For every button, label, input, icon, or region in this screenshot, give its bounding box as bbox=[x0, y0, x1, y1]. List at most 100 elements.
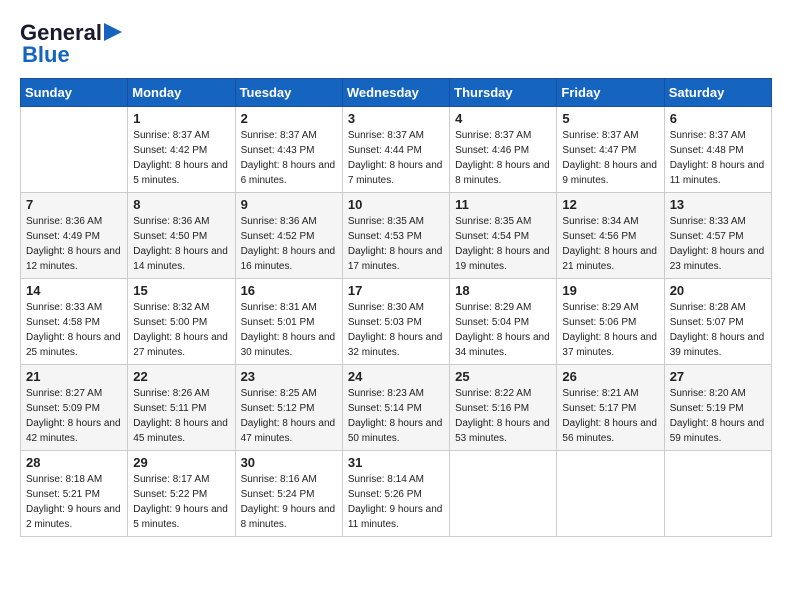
week-row-3: 14 Sunrise: 8:33 AMSunset: 4:58 PMDayligh… bbox=[21, 279, 772, 365]
logo-blue: Blue bbox=[22, 42, 70, 68]
weekday-header-row: SundayMondayTuesdayWednesdayThursdayFrid… bbox=[21, 79, 772, 107]
day-cell bbox=[450, 451, 557, 537]
day-number: 22 bbox=[133, 369, 229, 384]
page-header: General Blue bbox=[20, 20, 772, 68]
day-cell: 18 Sunrise: 8:29 AMSunset: 5:04 PMDayligh… bbox=[450, 279, 557, 365]
day-info: Sunrise: 8:36 AMSunset: 4:50 PMDaylight:… bbox=[133, 214, 229, 274]
day-number: 21 bbox=[26, 369, 122, 384]
day-number: 14 bbox=[26, 283, 122, 298]
day-info: Sunrise: 8:33 AMSunset: 4:58 PMDaylight:… bbox=[26, 300, 122, 360]
logo: General Blue bbox=[20, 20, 126, 68]
day-cell: 14 Sunrise: 8:33 AMSunset: 4:58 PMDayligh… bbox=[21, 279, 128, 365]
day-cell: 20 Sunrise: 8:28 AMSunset: 5:07 PMDayligh… bbox=[664, 279, 771, 365]
day-info: Sunrise: 8:23 AMSunset: 5:14 PMDaylight:… bbox=[348, 386, 444, 446]
day-info: Sunrise: 8:25 AMSunset: 5:12 PMDaylight:… bbox=[241, 386, 337, 446]
day-number: 24 bbox=[348, 369, 444, 384]
weekday-monday: Monday bbox=[128, 79, 235, 107]
day-cell: 27 Sunrise: 8:20 AMSunset: 5:19 PMDayligh… bbox=[664, 365, 771, 451]
day-cell: 2 Sunrise: 8:37 AMSunset: 4:43 PMDaylight… bbox=[235, 107, 342, 193]
day-info: Sunrise: 8:22 AMSunset: 5:16 PMDaylight:… bbox=[455, 386, 551, 446]
day-info: Sunrise: 8:26 AMSunset: 5:11 PMDaylight:… bbox=[133, 386, 229, 446]
weekday-sunday: Sunday bbox=[21, 79, 128, 107]
day-cell: 26 Sunrise: 8:21 AMSunset: 5:17 PMDayligh… bbox=[557, 365, 664, 451]
day-info: Sunrise: 8:29 AMSunset: 5:04 PMDaylight:… bbox=[455, 300, 551, 360]
day-info: Sunrise: 8:16 AMSunset: 5:24 PMDaylight:… bbox=[241, 472, 337, 532]
day-number: 18 bbox=[455, 283, 551, 298]
day-info: Sunrise: 8:34 AMSunset: 4:56 PMDaylight:… bbox=[562, 214, 658, 274]
day-cell: 7 Sunrise: 8:36 AMSunset: 4:49 PMDaylight… bbox=[21, 193, 128, 279]
day-info: Sunrise: 8:18 AMSunset: 5:21 PMDaylight:… bbox=[26, 472, 122, 532]
day-cell: 21 Sunrise: 8:27 AMSunset: 5:09 PMDayligh… bbox=[21, 365, 128, 451]
day-cell: 4 Sunrise: 8:37 AMSunset: 4:46 PMDaylight… bbox=[450, 107, 557, 193]
day-number: 31 bbox=[348, 455, 444, 470]
day-info: Sunrise: 8:35 AMSunset: 4:54 PMDaylight:… bbox=[455, 214, 551, 274]
week-row-1: 1Sunrise: 8:37 AMSunset: 4:42 PMDaylight… bbox=[21, 107, 772, 193]
day-number: 11 bbox=[455, 197, 551, 212]
day-number: 30 bbox=[241, 455, 337, 470]
day-number: 27 bbox=[670, 369, 766, 384]
day-cell: 17 Sunrise: 8:30 AMSunset: 5:03 PMDayligh… bbox=[342, 279, 449, 365]
day-cell: 22 Sunrise: 8:26 AMSunset: 5:11 PMDayligh… bbox=[128, 365, 235, 451]
weekday-friday: Friday bbox=[557, 79, 664, 107]
weekday-saturday: Saturday bbox=[664, 79, 771, 107]
day-number: 12 bbox=[562, 197, 658, 212]
day-cell: 16 Sunrise: 8:31 AMSunset: 5:01 PMDayligh… bbox=[235, 279, 342, 365]
day-info: Sunrise: 8:31 AMSunset: 5:01 PMDaylight:… bbox=[241, 300, 337, 360]
day-number: 28 bbox=[26, 455, 122, 470]
day-number: 10 bbox=[348, 197, 444, 212]
day-info: Sunrise: 8:14 AMSunset: 5:26 PMDaylight:… bbox=[348, 472, 444, 532]
day-cell: 30 Sunrise: 8:16 AMSunset: 5:24 PMDayligh… bbox=[235, 451, 342, 537]
day-number: 20 bbox=[670, 283, 766, 298]
day-cell: 5Sunrise: 8:37 AMSunset: 4:47 PMDaylight… bbox=[557, 107, 664, 193]
day-number: 13 bbox=[670, 197, 766, 212]
day-cell: 31 Sunrise: 8:14 AMSunset: 5:26 PMDayligh… bbox=[342, 451, 449, 537]
day-number: 8 bbox=[133, 197, 229, 212]
day-info: Sunrise: 8:28 AMSunset: 5:07 PMDaylight:… bbox=[670, 300, 766, 360]
day-cell: 8 Sunrise: 8:36 AMSunset: 4:50 PMDaylight… bbox=[128, 193, 235, 279]
day-info: Sunrise: 8:37 AMSunset: 4:43 PMDaylight:… bbox=[241, 128, 337, 188]
day-number: 15 bbox=[133, 283, 229, 298]
week-row-5: 28 Sunrise: 8:18 AMSunset: 5:21 PMDayligh… bbox=[21, 451, 772, 537]
week-row-2: 7 Sunrise: 8:36 AMSunset: 4:49 PMDaylight… bbox=[21, 193, 772, 279]
day-info: Sunrise: 8:29 AMSunset: 5:06 PMDaylight:… bbox=[562, 300, 658, 360]
day-number: 7 bbox=[26, 197, 122, 212]
week-row-4: 21 Sunrise: 8:27 AMSunset: 5:09 PMDayligh… bbox=[21, 365, 772, 451]
day-number: 4 bbox=[455, 111, 551, 126]
day-number: 17 bbox=[348, 283, 444, 298]
day-number: 3 bbox=[348, 111, 444, 126]
day-number: 9 bbox=[241, 197, 337, 212]
day-number: 6 bbox=[670, 111, 766, 126]
day-number: 25 bbox=[455, 369, 551, 384]
day-cell: 12 Sunrise: 8:34 AMSunset: 4:56 PMDayligh… bbox=[557, 193, 664, 279]
day-info: Sunrise: 8:20 AMSunset: 5:19 PMDaylight:… bbox=[670, 386, 766, 446]
day-info: Sunrise: 8:30 AMSunset: 5:03 PMDaylight:… bbox=[348, 300, 444, 360]
day-number: 2 bbox=[241, 111, 337, 126]
day-info: Sunrise: 8:21 AMSunset: 5:17 PMDaylight:… bbox=[562, 386, 658, 446]
day-cell: 9Sunrise: 8:36 AMSunset: 4:52 PMDaylight… bbox=[235, 193, 342, 279]
day-cell: 11 Sunrise: 8:35 AMSunset: 4:54 PMDayligh… bbox=[450, 193, 557, 279]
day-cell: 1Sunrise: 8:37 AMSunset: 4:42 PMDaylight… bbox=[128, 107, 235, 193]
day-number: 19 bbox=[562, 283, 658, 298]
weekday-thursday: Thursday bbox=[450, 79, 557, 107]
day-cell: 29 Sunrise: 8:17 AMSunset: 5:22 PMDayligh… bbox=[128, 451, 235, 537]
weekday-wednesday: Wednesday bbox=[342, 79, 449, 107]
day-info: Sunrise: 8:37 AMSunset: 4:48 PMDaylight:… bbox=[670, 128, 766, 188]
weekday-tuesday: Tuesday bbox=[235, 79, 342, 107]
day-cell: 10Sunrise: 8:35 AMSunset: 4:53 PMDayligh… bbox=[342, 193, 449, 279]
day-info: Sunrise: 8:27 AMSunset: 5:09 PMDaylight:… bbox=[26, 386, 122, 446]
calendar-table: SundayMondayTuesdayWednesdayThursdayFrid… bbox=[20, 78, 772, 537]
day-info: Sunrise: 8:37 AMSunset: 4:46 PMDaylight:… bbox=[455, 128, 551, 188]
day-cell bbox=[664, 451, 771, 537]
day-cell: 25 Sunrise: 8:22 AMSunset: 5:16 PMDayligh… bbox=[450, 365, 557, 451]
day-cell: 28 Sunrise: 8:18 AMSunset: 5:21 PMDayligh… bbox=[21, 451, 128, 537]
day-number: 16 bbox=[241, 283, 337, 298]
day-info: Sunrise: 8:17 AMSunset: 5:22 PMDaylight:… bbox=[133, 472, 229, 532]
day-number: 29 bbox=[133, 455, 229, 470]
day-cell: 15Sunrise: 8:32 AMSunset: 5:00 PMDayligh… bbox=[128, 279, 235, 365]
logo-arrow-icon bbox=[104, 21, 126, 43]
day-cell bbox=[557, 451, 664, 537]
day-cell: 24 Sunrise: 8:23 AMSunset: 5:14 PMDayligh… bbox=[342, 365, 449, 451]
day-number: 26 bbox=[562, 369, 658, 384]
day-number: 1 bbox=[133, 111, 229, 126]
day-info: Sunrise: 8:36 AMSunset: 4:49 PMDaylight:… bbox=[26, 214, 122, 274]
